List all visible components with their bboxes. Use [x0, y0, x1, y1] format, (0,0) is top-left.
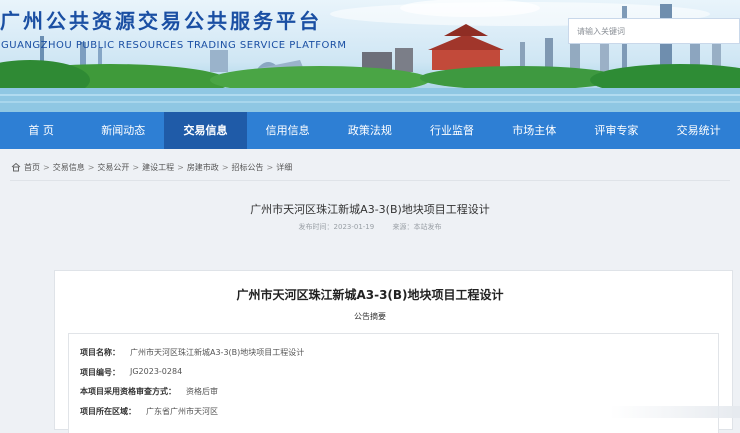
- main-nav: 首 页 新闻动态 交易信息 信用信息 政策法规 行业监督 市场主体 评审专家 交…: [0, 112, 740, 149]
- notice-subtitle: 公告摘要: [354, 312, 386, 321]
- nav-item-experts[interactable]: 评审专家: [575, 112, 657, 149]
- site-subtitle: GUANGZHOU PUBLIC RESOURCES TRADING SERVI…: [1, 40, 347, 51]
- info-key: 项目编号：: [80, 368, 120, 377]
- info-value: 广东省广州市天河区: [146, 407, 218, 416]
- breadcrumb-separator: >: [132, 162, 140, 172]
- article-title: 广州市天河区珠江新城A3-3(B)地块项目工程设计: [250, 203, 490, 216]
- info-key: 项目所在区域：: [80, 407, 136, 416]
- nav-item-home[interactable]: 首 页: [0, 112, 82, 149]
- info-row-region: 项目所在区域： 广东省广州市天河区: [80, 406, 218, 417]
- page-shade: [610, 406, 740, 418]
- info-key: 本项目采用资格审查方式：: [80, 387, 176, 396]
- breadcrumb-separator: >: [266, 162, 274, 172]
- info-row-project-number: 项目编号： JG2023-0284: [80, 367, 182, 378]
- breadcrumb-separator: >: [43, 162, 50, 172]
- nav-item-statistics[interactable]: 交易统计: [658, 112, 740, 149]
- nav-item-news[interactable]: 新闻动态: [82, 112, 164, 149]
- breadcrumb: 首页 > 交易信息 > 交易公开 > 建设工程 > 房建市政 > 招标公告 > …: [11, 160, 292, 174]
- breadcrumb-item-construction[interactable]: 建设工程: [142, 162, 174, 173]
- search-box[interactable]: [568, 18, 740, 44]
- nav-item-supervision[interactable]: 行业监督: [411, 112, 493, 149]
- nav-item-policies[interactable]: 政策法规: [329, 112, 411, 149]
- publish-time: 发布时间：2023-01-19: [298, 223, 375, 231]
- divider: [10, 180, 730, 181]
- breadcrumb-item-detail: 详细: [276, 162, 293, 172]
- breadcrumb-item-trading-info[interactable]: 交易信息: [53, 162, 85, 173]
- info-key: 项目名称：: [80, 348, 120, 357]
- nav-item-credit-info[interactable]: 信用信息: [247, 112, 329, 149]
- search-input[interactable]: [569, 19, 739, 44]
- article-meta: 发布时间：2023-01-19 来源：本站发布: [0, 222, 740, 232]
- nav-item-trading-info[interactable]: 交易信息: [164, 112, 247, 149]
- info-value: 广州市天河区珠江新城A3-3(B)地块项目工程设计: [130, 348, 305, 357]
- site-title: 广州公共资源交易公共服务平台: [0, 9, 322, 33]
- breadcrumb-item-trading-public[interactable]: 交易公开: [97, 162, 129, 173]
- info-value: 资格后审: [186, 387, 218, 396]
- breadcrumb-separator: >: [221, 162, 229, 172]
- home-icon: [11, 162, 21, 172]
- breadcrumb-item-municipal[interactable]: 房建市政: [187, 162, 219, 173]
- breadcrumb-separator: >: [177, 162, 184, 172]
- breadcrumb-item-tender-notice[interactable]: 招标公告: [232, 162, 264, 173]
- info-value: JG2023-0284: [130, 367, 183, 376]
- header-banner: 广州公共资源交易公共服务平台 GUANGZHOU PUBLIC RESOURCE…: [0, 0, 740, 112]
- notice-title: 广州市天河区珠江新城A3-3(B)地块项目工程设计: [236, 288, 504, 302]
- nav-item-market-entities[interactable]: 市场主体: [493, 112, 575, 149]
- breadcrumb-item-home[interactable]: 首页: [24, 162, 40, 173]
- info-row-review-method: 本项目采用资格审查方式： 资格后审: [80, 386, 218, 397]
- breadcrumb-separator: >: [87, 162, 95, 172]
- article-source: 来源：本站发布: [392, 223, 442, 231]
- info-row-project-name: 项目名称： 广州市天河区珠江新城A3-3(B)地块项目工程设计: [80, 347, 304, 358]
